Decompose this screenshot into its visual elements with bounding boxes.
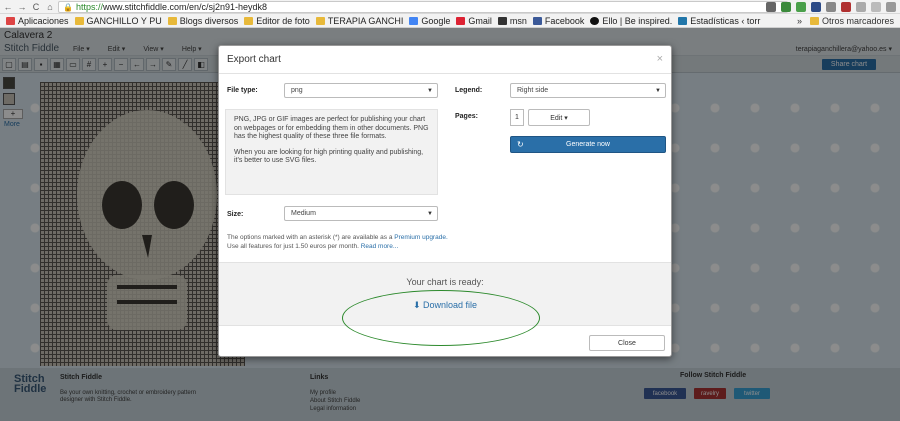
chevron-icon: » bbox=[796, 16, 802, 26]
file-type-select[interactable]: png ▼ bbox=[284, 83, 438, 98]
folder-icon bbox=[167, 16, 177, 25]
close-button[interactable]: Close bbox=[589, 335, 665, 351]
read-more-link[interactable]: Read more... bbox=[361, 243, 399, 250]
close-icon[interactable]: × bbox=[657, 53, 663, 65]
lock-icon: 🔒 bbox=[63, 2, 73, 12]
extension-icon[interactable] bbox=[856, 2, 866, 12]
extension-icon[interactable] bbox=[871, 2, 881, 12]
extension-icon[interactable] bbox=[796, 2, 806, 12]
file-type-label: File type: bbox=[227, 87, 258, 94]
extension-icon[interactable] bbox=[781, 2, 791, 12]
url-path: www.stitchfiddle.com/en/c/sj2n91-heydk8 bbox=[102, 2, 268, 12]
back-icon[interactable]: ← bbox=[2, 1, 14, 13]
extension-icon[interactable] bbox=[841, 2, 851, 12]
annotation-ellipse bbox=[342, 290, 540, 346]
forward-icon[interactable]: → bbox=[16, 1, 28, 13]
extension-icon[interactable] bbox=[811, 2, 821, 12]
pages-label: Pages: bbox=[455, 113, 478, 120]
generate-now-button[interactable]: ↻ Generate now bbox=[510, 136, 666, 153]
refresh-icon: ↻ bbox=[517, 140, 524, 149]
facebook-icon bbox=[532, 16, 542, 25]
premium-notice: The options marked with an asterisk (*) … bbox=[227, 234, 448, 250]
url-scheme: https:// bbox=[75, 2, 103, 12]
other-bookmarks[interactable]: » Otros marcadores bbox=[797, 16, 894, 26]
bookmark-folder[interactable]: GANCHILLO Y PU bbox=[74, 16, 162, 26]
google-icon bbox=[409, 16, 419, 25]
file-type-info: PNG, JPG or GIF images are perfect for p… bbox=[225, 109, 438, 195]
bookmark-facebook[interactable]: Facebook bbox=[532, 16, 584, 26]
extension-icon[interactable] bbox=[766, 2, 776, 12]
extension-icon[interactable] bbox=[826, 2, 836, 12]
bookmark-stats[interactable]: Estadísticas ‹ torr bbox=[678, 16, 760, 26]
bookmark-folder[interactable]: Editor de foto bbox=[244, 16, 310, 26]
bookmark-google[interactable]: Google bbox=[409, 16, 450, 26]
caret-down-icon: ▼ bbox=[655, 88, 661, 94]
bookmarks-bar: Aplicaciones GANCHILLO Y PU Blogs divers… bbox=[0, 14, 900, 28]
gmail-icon bbox=[456, 16, 466, 25]
size-select[interactable]: Medium ▼ bbox=[284, 206, 438, 221]
ello-icon bbox=[590, 16, 600, 25]
bookmark-ello[interactable]: Ello | Be inspired. bbox=[590, 16, 672, 26]
size-label: Size: bbox=[227, 211, 244, 218]
edit-pages-button[interactable]: Edit ▾ bbox=[528, 109, 590, 126]
bookmark-msn[interactable]: msn bbox=[497, 16, 527, 26]
bookmark-gmail[interactable]: Gmail bbox=[456, 16, 492, 26]
dialog-body: File type: png ▼ PNG, JPG or GIF images … bbox=[219, 75, 671, 262]
folder-icon bbox=[809, 17, 819, 25]
modal-backdrop-footer[interactable] bbox=[0, 368, 900, 421]
chart-ready-text: Your chart is ready: bbox=[406, 277, 484, 287]
browser-toolbar: ← → C ⌂ 🔒 https:// www.stitchfiddle.com/… bbox=[0, 0, 900, 14]
reload-icon[interactable]: C bbox=[30, 1, 42, 13]
caret-down-icon: ▼ bbox=[427, 88, 433, 94]
apps-icon bbox=[6, 16, 15, 25]
extension-icons bbox=[766, 2, 896, 12]
menu-icon[interactable] bbox=[886, 2, 896, 12]
caret-down-icon: ▼ bbox=[427, 211, 433, 217]
bookmark-apps[interactable]: Aplicaciones bbox=[6, 16, 69, 26]
folder-icon bbox=[74, 16, 84, 25]
bookmark-folder[interactable]: Blogs diversos bbox=[167, 16, 238, 26]
legend-label: Legend: bbox=[455, 87, 483, 94]
dialog-title: Export chart bbox=[227, 54, 281, 65]
dialog-header: Export chart × bbox=[219, 46, 671, 74]
msn-icon bbox=[497, 16, 507, 25]
pages-input[interactable]: 1 bbox=[510, 109, 524, 126]
folder-icon bbox=[315, 16, 325, 25]
folder-icon bbox=[244, 16, 254, 25]
premium-upgrade-link[interactable]: Premium upgrade. bbox=[394, 234, 447, 241]
address-bar[interactable]: 🔒 https:// www.stitchfiddle.com/en/c/sj2… bbox=[58, 1, 788, 13]
legend-select[interactable]: Right side ▼ bbox=[510, 83, 666, 98]
wordpress-icon bbox=[678, 16, 688, 25]
bookmark-folder[interactable]: TERAPIA GANCHI bbox=[315, 16, 403, 26]
home-icon[interactable]: ⌂ bbox=[44, 1, 56, 13]
